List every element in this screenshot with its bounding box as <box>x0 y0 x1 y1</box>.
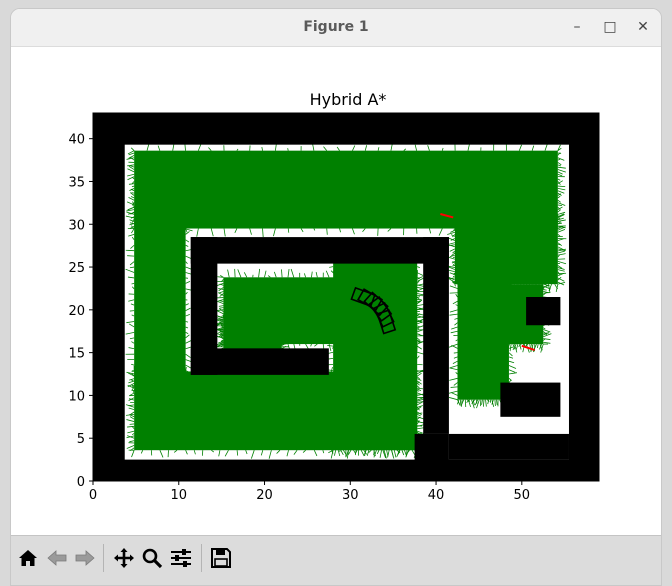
obstacle <box>414 433 449 481</box>
window-title: Figure 1 <box>303 19 369 35</box>
x-tick-label: 0 <box>89 488 97 503</box>
obstacle <box>568 113 599 481</box>
figure-window: Figure 1 – □ ✕ 0 10 20 30 40 50 0 5 10 15 20 25 30 35… <box>10 8 662 586</box>
x-tick-label: 40 <box>428 488 445 503</box>
zoom-button[interactable] <box>139 544 165 572</box>
save-button[interactable] <box>208 544 234 572</box>
zoom-magnifier-icon <box>142 548 163 569</box>
search-branch-line <box>543 289 547 291</box>
obstacle <box>190 348 329 375</box>
search-branch-line <box>450 386 458 388</box>
search-branch-line <box>508 309 512 311</box>
toolbar-separator <box>201 544 202 572</box>
obstacle <box>448 433 569 460</box>
maximize-button[interactable]: □ <box>599 16 621 38</box>
back-arrow-icon <box>47 550 67 566</box>
search-branch-line <box>557 185 566 187</box>
search-branch-line <box>326 228 328 235</box>
search-branch-line <box>287 228 290 233</box>
explored-region <box>134 207 186 387</box>
search-branch-line <box>483 334 488 336</box>
close-button[interactable]: ✕ <box>632 16 654 38</box>
search-branch-line <box>164 386 167 392</box>
forward-button[interactable] <box>72 544 98 572</box>
toolbar-separator <box>103 544 104 572</box>
title-bar[interactable]: Figure 1 – □ ✕ <box>11 9 661 47</box>
configure-subplots-button[interactable] <box>168 544 194 572</box>
x-tick-label: 50 <box>514 488 531 503</box>
obstacle <box>93 113 599 145</box>
obstacle <box>423 237 449 434</box>
search-branch-line <box>485 213 487 216</box>
obstacle <box>93 459 599 481</box>
chart-title: Hybrid A* <box>310 90 387 109</box>
sliders-icon <box>171 549 191 567</box>
obstacle <box>500 382 561 417</box>
back-button[interactable] <box>44 544 70 572</box>
chart-svg: 0 10 20 30 40 50 0 5 10 15 20 25 30 35 40 Hybrid A* <box>68 90 600 503</box>
y-tick-label: 40 <box>68 133 85 148</box>
y-tick-label: 15 <box>68 347 85 362</box>
search-branch-line <box>557 152 562 154</box>
y-tick-label: 5 <box>77 432 85 447</box>
y-tick-label: 35 <box>68 175 85 190</box>
obstacle <box>93 113 125 481</box>
forward-arrow-icon <box>75 550 95 566</box>
search-branch-line <box>479 399 482 407</box>
search-branch-line <box>175 386 178 391</box>
pan-move-icon <box>114 548 134 568</box>
floppy-disk-icon <box>211 548 231 568</box>
y-tick-label: 30 <box>68 218 85 233</box>
search-branch-line <box>156 386 158 394</box>
search-branch-line <box>508 287 512 289</box>
plot-canvas[interactable]: 0 10 20 30 40 50 0 5 10 15 20 25 30 35 40 Hybrid A* <box>11 47 661 534</box>
y-tick-label: 0 <box>77 475 85 490</box>
y-tick-label: 25 <box>68 261 85 276</box>
search-branch-line <box>508 253 510 259</box>
home-icon <box>19 550 37 566</box>
x-tick-label: 30 <box>342 488 359 503</box>
search-branch-line <box>287 148 289 151</box>
obstacle <box>190 237 449 264</box>
obstacle <box>526 297 561 326</box>
y-tick-label: 10 <box>68 389 85 404</box>
navigation-toolbar <box>11 535 661 585</box>
search-branch-line <box>476 254 479 259</box>
search-branch-line <box>492 255 494 259</box>
home-button[interactable] <box>15 544 41 572</box>
pan-button[interactable] <box>111 544 137 572</box>
y-tick-label: 20 <box>68 304 85 319</box>
x-tick-label: 10 <box>170 488 187 503</box>
x-tick-label: 20 <box>256 488 273 503</box>
minimize-button[interactable]: – <box>566 16 588 38</box>
